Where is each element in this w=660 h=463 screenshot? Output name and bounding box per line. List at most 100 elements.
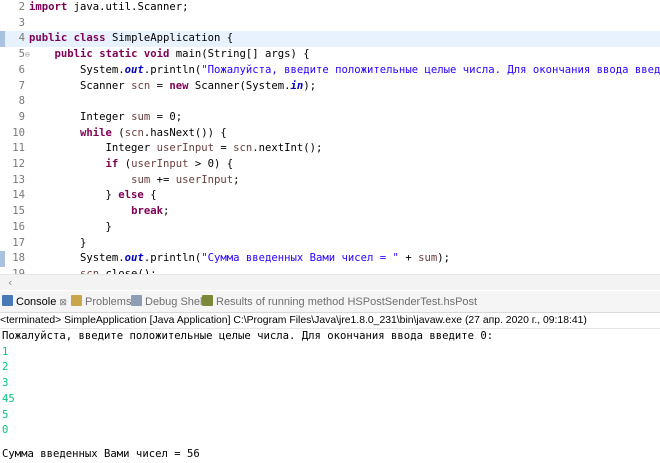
line-number: 16 (12, 220, 25, 233)
code-line[interactable]: 9 Integer sum = 0; (0, 110, 660, 126)
code-text: import java.util.Scanner; (29, 0, 188, 16)
code-token: Integer (29, 110, 132, 123)
tab-problems[interactable]: Problems (71, 294, 131, 310)
console-input-line: 45 (2, 392, 15, 405)
console-output-line: Пожалуйста, введите положительные целые … (2, 330, 494, 342)
code-token: System. (29, 63, 125, 76)
line-number: 11 (12, 142, 25, 155)
code-line[interactable]: 11 Integer userInput = scn.nextInt(); (0, 141, 660, 157)
tab-results-of-running-method-hspostsendertest-hspost[interactable]: Results of running method HSPostSenderTe… (202, 294, 477, 310)
code-token: Scanner(System. (188, 79, 291, 92)
code-line[interactable]: 5 ⊖ public static void main(String[] args… (0, 47, 660, 63)
line-number: 4 (18, 32, 25, 45)
code-line[interactable]: 14 } else { (0, 188, 660, 204)
code-token: = (213, 142, 234, 155)
code-token: sum (131, 110, 151, 123)
code-line[interactable]: 16 } (0, 220, 660, 236)
code-token: out (124, 252, 144, 265)
code-line[interactable]: 7 Scanner scn = new Scanner(System.in); (0, 79, 660, 95)
close-tab-icon[interactable]: ⊠ (59, 297, 67, 307)
code-line[interactable]: 8 (0, 94, 660, 110)
code-token: .nextInt(); (252, 142, 323, 155)
code-text: System.out.println("Сумма введенных Вами… (29, 251, 450, 267)
editor-horizontal-scrollbar[interactable]: ‹ (0, 274, 660, 290)
code-token: > 0) { (188, 158, 234, 170)
code-line[interactable]: 6 System.out.println("Пожалуйста, введит… (0, 63, 660, 79)
code-line[interactable]: 19 scn.close(); (0, 267, 660, 274)
code-token: static (99, 48, 138, 61)
code-editor[interactable]: 2 import java.util.Scanner; 3 4 public class… (0, 0, 660, 274)
code-text: Integer userInput = scn.nextInt(); (29, 141, 323, 157)
scroll-left-icon[interactable]: ‹ (8, 276, 12, 289)
code-text: } (29, 236, 86, 252)
code-token: ; (233, 173, 240, 186)
line-number: 14 (12, 189, 25, 202)
code-token: in (290, 79, 304, 92)
code-token: ( (111, 126, 125, 139)
code-line[interactable]: 13 sum += userInput; (0, 173, 660, 189)
code-line[interactable]: 17 } (0, 236, 660, 252)
code-token: + (398, 252, 419, 265)
tab-label: Console (16, 296, 57, 308)
code-line[interactable]: 12 if (userInput > 0) { (0, 157, 660, 173)
code-token: new (169, 79, 189, 92)
debug-shell-icon (131, 295, 142, 306)
console-input-line: 2 (2, 361, 9, 374)
code-text: } (29, 220, 112, 236)
code-text: if (userInput > 0) { (29, 157, 234, 173)
code-text: public class SimpleApplication { (29, 31, 233, 47)
line-number: 15 (12, 205, 25, 218)
code-token: "Сумма введенных Вами чисел = " (201, 252, 399, 265)
code-line[interactable]: 15 break; (0, 204, 660, 220)
code-line[interactable]: 18 System.out.println("Сумма введенных В… (0, 251, 660, 267)
code-token: } (29, 236, 87, 249)
tab-debug-shell[interactable]: Debug Shell (131, 294, 205, 310)
tab-label: Results of running method HSPostSenderTe… (216, 296, 478, 308)
code-line[interactable]: 10 while (scn.hasNext()) { (0, 126, 660, 142)
code-line[interactable]: 2 import java.util.Scanner; (0, 0, 660, 16)
code-token: = (150, 79, 170, 92)
code-token: .println( (143, 63, 202, 76)
code-text: Scanner scn = new Scanner(System.in); (29, 79, 316, 95)
code-token: ( (118, 158, 132, 170)
code-text: scn.close(); (29, 267, 157, 274)
line-number: 18 (12, 252, 25, 265)
code-token: sum (131, 173, 151, 186)
tab-console[interactable]: Console ⊠ (2, 294, 67, 310)
code-text: while (scn.hasNext()) { (29, 126, 227, 142)
code-line[interactable]: 3 (0, 16, 660, 32)
console-output-line: Сумма введенных Вами чисел = 56 (2, 448, 200, 461)
line-number: 2 (18, 1, 25, 13)
code-token: = 0; (150, 110, 183, 123)
line-number: 9 (18, 110, 25, 123)
code-text: public static void main(String[] args) { (29, 47, 310, 63)
tab-label: Debug Shell (145, 296, 205, 308)
code-token: } (29, 189, 119, 202)
code-token: Scanner (29, 79, 132, 92)
code-text: break; (29, 204, 169, 220)
line-number: 12 (12, 158, 25, 170)
line-number: 5 (18, 48, 25, 61)
code-token: } (29, 220, 112, 233)
line-number: 13 (12, 173, 25, 186)
code-token: "Пожалуйста, введите положительные целые… (201, 63, 660, 76)
code-token: import (29, 1, 68, 13)
problems-icon (71, 295, 82, 306)
code-token: out (124, 63, 144, 76)
code-token: main(String[] args) { (169, 48, 310, 61)
code-token: public (29, 32, 68, 45)
code-token: ); (303, 79, 317, 92)
console-input-line: 0 (2, 424, 9, 437)
tab-label: Problems (85, 296, 132, 308)
code-text: } else { (29, 188, 157, 204)
line-number: 17 (12, 236, 25, 249)
code-token: userInput (175, 173, 234, 186)
code-line[interactable]: 4 public class SimpleApplication { (0, 31, 660, 48)
line-number: 8 (18, 95, 25, 108)
code-token: sum (418, 252, 438, 265)
code-token: .println( (143, 252, 202, 265)
line-number: 7 (18, 79, 25, 92)
code-token: scn (131, 79, 151, 92)
